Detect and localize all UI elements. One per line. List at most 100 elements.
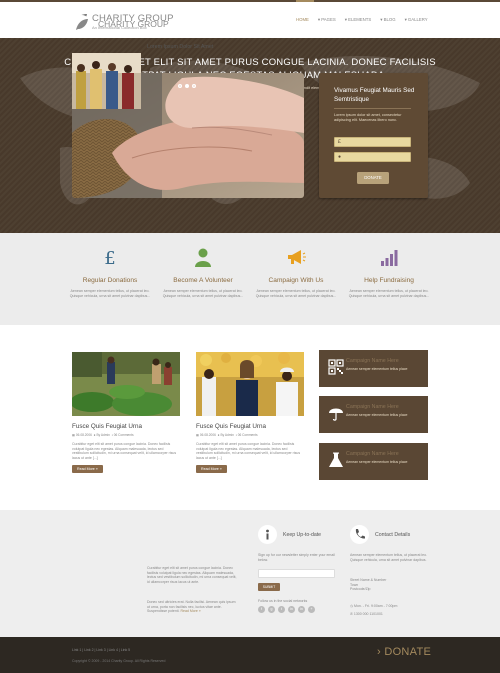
contact-hours: ◷ Mon. - Fri. 9:00am - 7:00pm	[350, 604, 430, 609]
feature-fundraising: Help Fundraising Aenean semper elementum…	[344, 247, 434, 299]
umbrella-icon	[329, 408, 343, 421]
post-author[interactable]: By Admin	[220, 433, 233, 437]
contact-title: Contact Details	[375, 532, 411, 538]
features-section: £ Regular Donations Aenean semper elemen…	[0, 233, 500, 325]
leaf-logo-icon	[76, 19, 88, 30]
feature-title[interactable]: Help Fundraising	[344, 277, 434, 284]
divider	[334, 108, 411, 109]
donate-button[interactable]: DONATE	[357, 172, 389, 184]
svg-text:£: £	[104, 248, 115, 267]
twitter-icon[interactable]: t	[278, 606, 285, 613]
megaphone-icon	[288, 250, 306, 264]
nav-elements[interactable]: ▾ ELEMENTS	[345, 17, 372, 23]
googleplus-icon[interactable]: +	[308, 606, 315, 613]
social-links: f g t in in +	[258, 606, 315, 613]
nav-blog[interactable]: ▾ BLOG	[380, 17, 395, 23]
post-excerpt: Curabitur eget elit sit amet purus congu…	[72, 442, 177, 460]
google-icon[interactable]: g	[268, 606, 275, 613]
footer-brand[interactable]: CHARITY GROUP	[98, 19, 169, 29]
slider-dot-1[interactable]	[178, 84, 182, 88]
post-excerpt: Curabitur eget elit sit amet purus congu…	[196, 442, 301, 460]
post-comments[interactable]: 06 Comments	[238, 433, 258, 437]
footer-donate-link[interactable]: › DONATE	[377, 646, 431, 658]
user-icon: ●	[338, 154, 342, 160]
campaign-title[interactable]: Campaign Name Here	[346, 404, 399, 410]
info-icon-badge	[258, 525, 277, 544]
follow-text: Follow us in the social networks	[258, 599, 308, 603]
post-image[interactable]	[196, 352, 304, 416]
campaign-title[interactable]: Campaign Name Here	[346, 451, 399, 457]
feature-text: Aenean semper elementum tellus, ut place…	[162, 289, 244, 298]
donate-panel-text: Lorem ipsum dolor sit amet, consectetur …	[334, 113, 402, 122]
campaign-card[interactable]: Campaign Name Here Aenean semper element…	[319, 396, 428, 433]
pound-icon: £	[104, 248, 115, 269]
contact-phone: ✆ 1300 000 1101001	[350, 612, 430, 617]
footer-donate-label: DONATE	[384, 646, 432, 658]
phone-text: 1300 000 1101001	[353, 612, 383, 616]
qr-icon	[328, 359, 344, 375]
copyright: Copyright © 2009 - 2014 Charity Group. A…	[72, 659, 166, 663]
post-comments[interactable]: 06 Comments	[114, 433, 134, 437]
post-image[interactable]	[72, 352, 180, 416]
amount-field[interactable]: £	[334, 137, 411, 147]
name-field[interactable]: ●	[334, 152, 411, 162]
campaign-text: Aenean semper elementum tellus place	[346, 413, 408, 417]
post-date: 06.08.2006	[75, 433, 92, 437]
newsletter-email-input[interactable]	[258, 569, 335, 578]
nav-pages[interactable]: ▾ PAGES	[318, 17, 336, 23]
flask-icon	[329, 452, 343, 467]
footer-read-more[interactable]: Read More »	[180, 609, 200, 613]
farm-photo	[72, 352, 180, 416]
facebook-icon[interactable]: f	[258, 606, 265, 613]
footer-logo-badge	[72, 15, 91, 34]
nav-gallery[interactable]: ▾ GALLERY	[405, 17, 428, 23]
chevron-right-icon: ›	[377, 646, 381, 658]
feature-regular-donations: £ Regular Donations Aenean semper elemen…	[65, 247, 155, 299]
post-date: 06.08.2006	[199, 433, 216, 437]
footer-photo	[72, 53, 141, 109]
campaign-card[interactable]: Campaign Name Here Aenean semper element…	[319, 443, 428, 480]
footer	[0, 510, 500, 637]
post-meta: ▦ 06.08.2006 ● By Admin ▪ 06 Comments	[196, 433, 304, 437]
market-photo	[196, 352, 304, 416]
campaign-title[interactable]: Campaign Name Here	[346, 358, 399, 364]
bars-icon	[381, 250, 398, 266]
campaign-card[interactable]: Campaign Name Here Aenean semper element…	[319, 350, 428, 387]
info-icon	[266, 529, 269, 540]
slider-dots	[178, 84, 196, 88]
footer-about-title: Lorem Ipsum Dolor Sit Amet	[147, 44, 214, 50]
read-more-button[interactable]: Read More »	[196, 465, 227, 474]
post-title[interactable]: Fusce Quis Feugiat Urna	[72, 423, 180, 430]
footer-links[interactable]: Link 1 | Link 2 | Link 3 | Link 4 | Link…	[72, 648, 130, 652]
nav-home[interactable]: HOME	[296, 17, 309, 23]
feature-text: Aenean semper elementum tellus, ut place…	[348, 289, 430, 298]
linkedin-icon[interactable]: in	[288, 606, 295, 613]
pound-icon: £	[338, 139, 341, 145]
feature-volunteer: Become A Volunteer Aenean semper element…	[158, 247, 248, 299]
slider-dot-3[interactable]	[192, 84, 196, 88]
blog-post: Fusce Quis Feugiat Urna ▦ 06.08.2006 ● B…	[72, 352, 180, 474]
contact-address: Street Name & Number Town Postcode/Zip	[350, 578, 430, 592]
post-author[interactable]: By Admin	[96, 433, 109, 437]
newsletter-text: Sign up for our newsletter simply enter …	[258, 553, 335, 562]
feature-title[interactable]: Regular Donations	[65, 277, 155, 284]
footer-about-text: Curabitur eget elit sit amet purus congu…	[147, 566, 237, 584]
phone-icon	[355, 529, 365, 539]
newsletter-submit-button[interactable]: SUBMIT	[258, 583, 280, 591]
phone-icon-badge	[350, 525, 369, 544]
post-title[interactable]: Fusce Quis Feugiat Urna	[196, 423, 304, 430]
feature-text: Aenean semper elementum tellus, ut place…	[69, 289, 151, 298]
feature-title[interactable]: Become A Volunteer	[158, 277, 248, 284]
read-more-button[interactable]: Read More »	[72, 465, 103, 474]
address-line-3: Postcode/Zip	[350, 587, 371, 592]
feature-text: Aenean semper elementum tellus, ut place…	[255, 289, 337, 298]
post-meta: ▦ 06.08.2006 ● By Admin ▪ 06 Comments	[72, 433, 180, 437]
donate-panel-title: Vivamus Feugiat Mauris Sed Semtristique	[334, 87, 415, 103]
blog-post: Fusce Quis Feugiat Urna ▦ 06.08.2006 ● B…	[196, 352, 304, 474]
slider-dot-2[interactable]	[185, 84, 189, 88]
campaign-text: Aenean semper elementum tellus place	[346, 460, 408, 464]
feature-campaign: Campaign With Us Aenean semper elementum…	[251, 247, 341, 299]
feature-title[interactable]: Campaign With Us	[251, 277, 341, 284]
hours-text: Mon. - Fri. 9:00am - 7:00pm	[354, 604, 398, 608]
linkedin-alt-icon[interactable]: in	[298, 606, 305, 613]
